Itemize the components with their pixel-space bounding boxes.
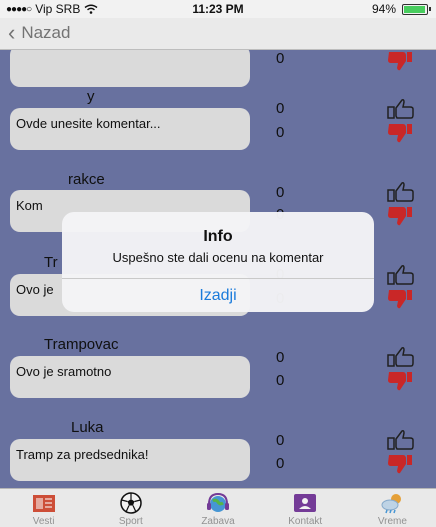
alert-message: Uspešno ste dali ocenu na komentar [112,250,324,265]
info-alert-dialog: Info Uspešno ste dali ocenu na komentar … [62,212,374,312]
alert-title: Info [203,228,233,245]
alert-dismiss-button[interactable]: Izadji [62,279,374,312]
